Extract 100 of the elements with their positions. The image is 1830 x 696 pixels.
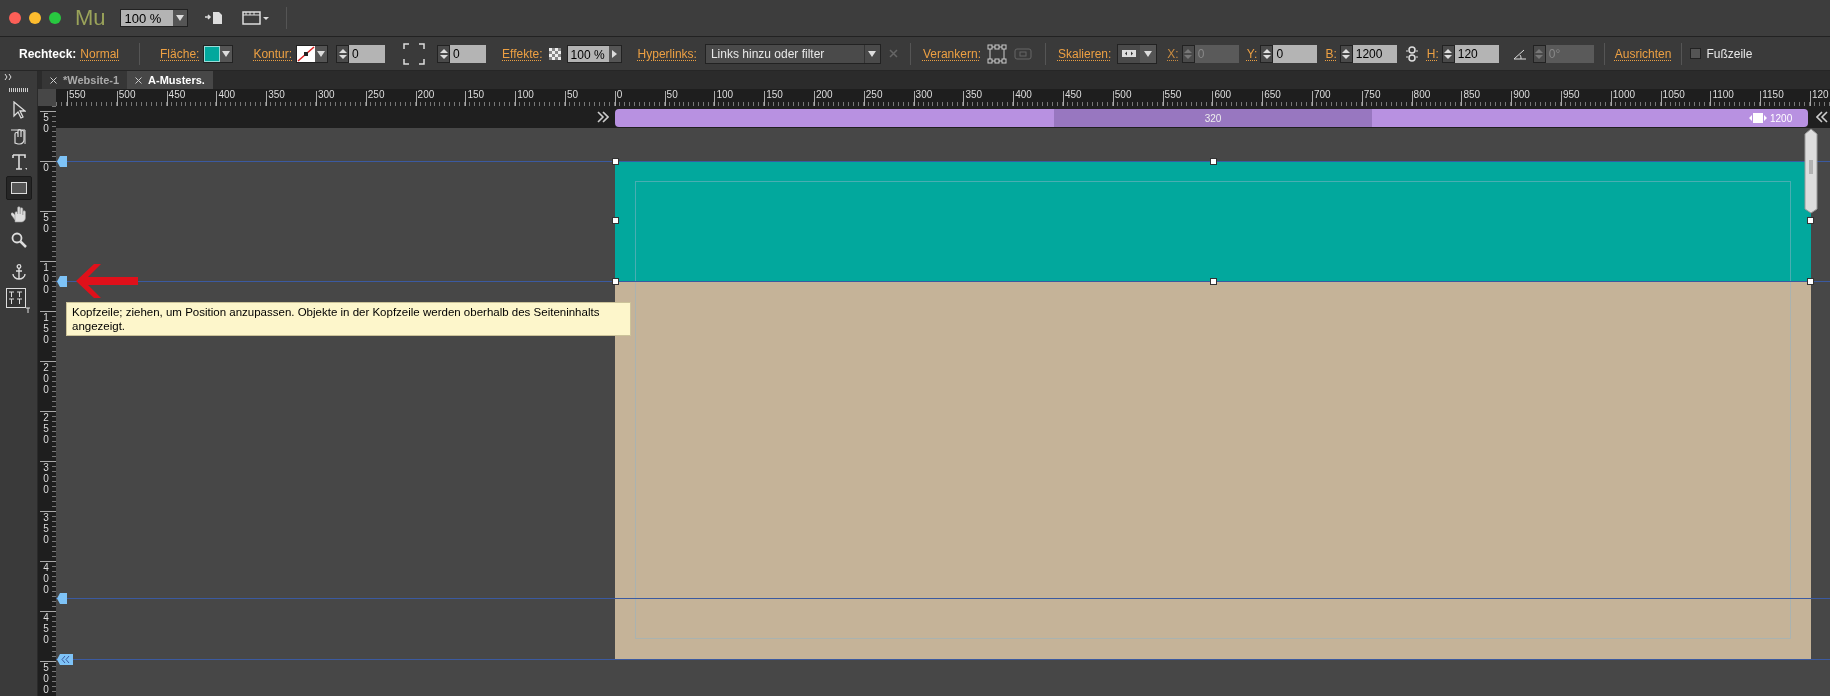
rectangle-tool-icon[interactable] <box>5 176 32 200</box>
opacity-icon[interactable] <box>548 47 561 60</box>
stroke-link[interactable]: Kontur: <box>253 44 293 63</box>
field-label: H: <box>1426 45 1439 63</box>
breakpoint-width: 1200 <box>1770 112 1793 126</box>
scale-link[interactable]: Skalieren: <box>1058 44 1112 63</box>
ruler-label: 350 <box>42 512 50 545</box>
caret-icon[interactable] <box>222 50 231 57</box>
ruler-label: 200 <box>417 89 435 101</box>
ruler-label: 120 <box>1812 89 1829 101</box>
selection-handle-icon[interactable] <box>612 158 619 165</box>
decrement-arrow-icon[interactable] <box>338 54 347 59</box>
field-label: X: <box>1167 45 1179 63</box>
hyperlinks-link[interactable]: Hyperlinks: <box>637 44 697 63</box>
footer-label: Fußzeile <box>1706 45 1753 63</box>
ruler-label: 1150 <box>1762 89 1784 101</box>
arrow-annotation <box>76 264 138 298</box>
ruler-label: 200 <box>42 362 50 395</box>
anchor-frame-icon[interactable] <box>987 43 1007 64</box>
close-tab-icon[interactable] <box>135 76 143 84</box>
align-link[interactable]: Ausrichten <box>1614 44 1672 63</box>
panel-collapse-icon[interactable] <box>4 74 14 80</box>
selection-handle-icon[interactable] <box>612 217 619 224</box>
ruler-label: 100 <box>517 89 534 101</box>
effects-link[interactable]: Effekte: <box>502 44 543 63</box>
ruler-label: 50 <box>666 89 678 101</box>
double-guide-marker-icon[interactable] <box>57 654 73 665</box>
ruler-label: 450 <box>42 612 50 645</box>
text-frame-tool-icon[interactable] <box>5 286 32 316</box>
increment-arrow-icon[interactable] <box>439 48 448 53</box>
double-chevron-left-icon[interactable] <box>1816 111 1828 123</box>
selection-handle-icon[interactable] <box>1210 158 1217 165</box>
ruler-label: 450 <box>1065 89 1082 101</box>
ruler-label: 850 <box>1463 89 1481 101</box>
ruler-label: 250 <box>367 89 385 101</box>
ruler-label: 300 <box>915 89 933 101</box>
ruler-label: 200 <box>816 89 833 101</box>
caret-icon[interactable] <box>175 15 184 21</box>
ruler-label: 50 <box>567 89 579 101</box>
close-tab-icon[interactable] <box>50 76 57 84</box>
selection-handle-icon[interactable] <box>1807 217 1814 224</box>
ruler-label: 0 <box>42 162 50 173</box>
ruler-label: 550 <box>1164 89 1182 101</box>
ruler-label: 500 <box>42 662 50 695</box>
selection-handle-icon[interactable] <box>1210 278 1217 285</box>
link-proportions-icon[interactable] <box>1404 44 1419 63</box>
zoom-dropdown[interactable]: 100 % <box>119 9 188 27</box>
ruler-label: 150 <box>42 312 50 345</box>
close-window-icon[interactable] <box>9 12 21 24</box>
decrement-arrow-icon[interactable] <box>1342 54 1351 59</box>
scale-dropdown[interactable] <box>1117 43 1158 64</box>
document-tab[interactable]: A-Musters. <box>127 71 213 89</box>
app-logo: Mu <box>75 7 106 29</box>
breakpoint-handle-icon[interactable] <box>1749 112 1767 124</box>
selection-handle-icon[interactable] <box>1807 278 1814 285</box>
ruler-label: 400 <box>218 89 236 101</box>
maximize-window-icon[interactable] <box>49 12 61 24</box>
ruler-label: 600 <box>1214 89 1232 101</box>
breakpoint-range[interactable]: 320 <box>1054 109 1372 127</box>
corner-radius-icon[interactable] <box>403 42 426 65</box>
angle-icon[interactable] <box>1512 47 1527 60</box>
ruler-label: 950 <box>1563 89 1580 101</box>
panel-grip[interactable] <box>8 88 29 92</box>
ruler-label: 50 <box>42 112 50 134</box>
ruler-label: 550 <box>69 89 86 101</box>
minimize-window-icon[interactable] <box>29 12 41 24</box>
ruler-label: 300 <box>318 89 335 101</box>
caret-icon[interactable] <box>317 50 326 57</box>
fill-link[interactable]: Fläche: <box>160 44 200 63</box>
header-height-handle[interactable] <box>1804 128 1818 214</box>
right-caret-icon[interactable] <box>612 49 618 58</box>
double-chevron-right-icon[interactable] <box>597 111 609 123</box>
layout-view-icon[interactable] <box>241 11 270 25</box>
fill-color-picker[interactable] <box>203 44 234 63</box>
decrement-arrow-icon[interactable] <box>1262 54 1271 59</box>
hyperlinks-dropdown[interactable]: Links hinzu oder filter <box>704 43 881 64</box>
ruler-label: 100 <box>716 89 734 101</box>
decrement-arrow-icon[interactable] <box>1444 54 1453 59</box>
breakpoint-bar[interactable]: 320 1200 <box>615 109 1808 127</box>
style-link[interactable]: Normal <box>80 44 120 63</box>
ruler-label: 0 <box>616 89 623 101</box>
increment-arrow-icon[interactable] <box>338 48 347 53</box>
stroke-color-picker[interactable] <box>296 44 329 63</box>
selection-handle-icon[interactable] <box>612 278 619 285</box>
opacity-field[interactable]: 100 % <box>566 44 622 63</box>
ruler-label: 650 <box>1264 89 1281 101</box>
scale-mode-icon[interactable] <box>1121 49 1138 58</box>
ruler-label: 250 <box>865 89 883 101</box>
anchor-link[interactable]: Verankern: <box>922 44 981 63</box>
caret-icon[interactable] <box>868 50 877 57</box>
decrement-arrow-icon[interactable] <box>439 54 448 59</box>
caret-icon[interactable] <box>1144 50 1153 57</box>
new-page-icon[interactable] <box>203 11 224 25</box>
document-tab[interactable]: *Website-1 <box>42 71 128 89</box>
footer-checkbox[interactable] <box>1690 48 1702 59</box>
field-label: B: <box>1325 45 1337 63</box>
increment-arrow-icon[interactable] <box>1342 48 1351 53</box>
increment-arrow-icon[interactable] <box>1444 48 1453 53</box>
increment-arrow-icon[interactable] <box>1262 48 1271 53</box>
field-label: Y: <box>1246 45 1258 63</box>
